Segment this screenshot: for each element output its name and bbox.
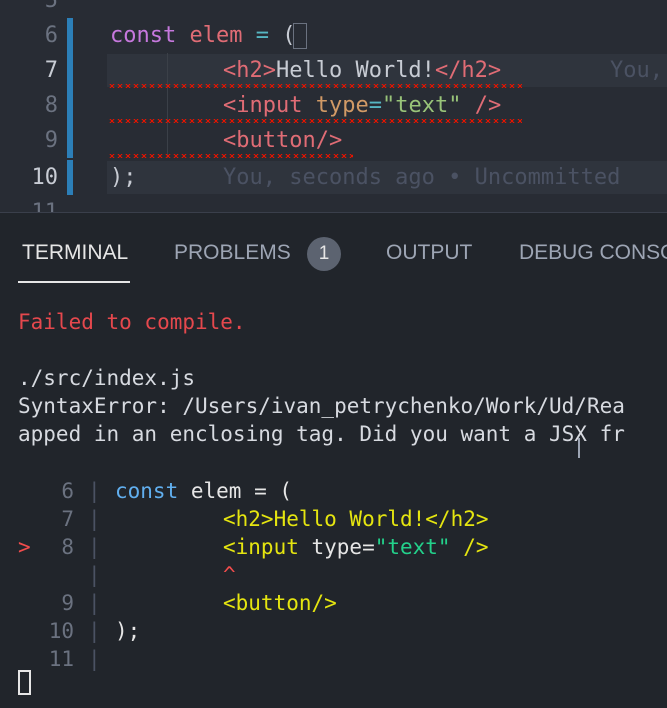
- attribute-token: type: [302, 93, 369, 118]
- keyword-token: const: [115, 479, 179, 503]
- line-number: 6: [44, 23, 58, 48]
- terminal-cursor: [18, 670, 31, 695]
- identifier-token: elem: [176, 23, 243, 48]
- editor-line[interactable]: 9 <button/>: [0, 123, 667, 158]
- code-text: );: [110, 160, 137, 195]
- git-blame-annotation: You,: [610, 58, 663, 83]
- editor-line[interactable]: 7 <h2>Hello World!</h2> You,: [0, 53, 667, 88]
- code-frame-code: <h2>Hello World!</h2>: [223, 507, 489, 531]
- code-text: <input type="text" />: [223, 88, 501, 123]
- code-editor[interactable]: 5 6 const elem = ( 7 <h2>Hello World!</h…: [0, 0, 667, 212]
- git-change-indicator[interactable]: [67, 18, 73, 53]
- tag-token: <button/>: [223, 128, 343, 153]
- editor-line[interactable]: 6 const elem = (: [0, 18, 667, 53]
- git-change-indicator[interactable]: [67, 160, 73, 195]
- code-frame-separator: |: [88, 507, 101, 531]
- code-frame-separator: |: [88, 479, 101, 503]
- code-text: <button/>: [223, 123, 342, 158]
- code-frame-code: );: [115, 619, 141, 643]
- tab-problems[interactable]: PROBLEMS: [174, 241, 291, 265]
- code-frame-line-number: 8: [61, 535, 74, 559]
- code-frame-code: <input type="text" />: [223, 533, 489, 561]
- line-number: 7: [44, 58, 58, 83]
- editor-line[interactable]: 8 <input type="text" />: [0, 88, 667, 123]
- error-message-line: SyntaxError: /Users/ivan_petrychenko/Wor…: [18, 394, 625, 418]
- line-number: 9: [44, 128, 58, 153]
- code-frame-line-number: 9: [61, 591, 74, 615]
- paren-token: );: [110, 165, 137, 190]
- error-caret: ^: [223, 563, 236, 587]
- line-number: 10: [31, 165, 59, 190]
- problems-count-badge: 1: [307, 237, 341, 271]
- code-frame-line-number: 10: [48, 619, 74, 643]
- paren-token: (: [268, 23, 296, 48]
- error-squiggle: [108, 84, 522, 88]
- error-line-marker: >: [18, 535, 31, 559]
- error-squiggle: [108, 154, 353, 158]
- tab-debug-console[interactable]: DEBUG CONSO: [519, 241, 667, 265]
- line-number: 5: [44, 0, 58, 13]
- code-text: const elem = (: [110, 18, 295, 53]
- editor-line: 11: [0, 195, 667, 212]
- code-frame-separator: |: [88, 591, 101, 615]
- code-text: <h2>Hello World!</h2>: [223, 53, 501, 88]
- tag-token: </h2>: [434, 58, 502, 83]
- panel-tab-bar: TERMINAL PROBLEMS 1 OUTPUT DEBUG CONSO: [0, 212, 667, 291]
- git-change-indicator[interactable]: [67, 88, 73, 123]
- code-frame-separator: |: [88, 647, 101, 671]
- code-frame-code: <button/>: [223, 591, 337, 615]
- line-number: 11: [0, 195, 59, 212]
- code-frame-line-number: 7: [61, 507, 74, 531]
- keyword-token: const: [110, 23, 177, 48]
- string-token: "text": [381, 93, 462, 118]
- tag-token: />: [461, 93, 502, 118]
- tag-token: <input: [223, 535, 299, 559]
- editor-line: 5: [0, 0, 667, 18]
- code-frame-separator: |: [88, 563, 101, 587]
- attribute-token: type=: [298, 535, 375, 559]
- error-squiggle: [108, 119, 522, 123]
- code-frame-separator: |: [88, 619, 101, 643]
- tag-token: <h2>: [223, 58, 276, 83]
- git-blame-annotation: You, seconds ago • Uncommitted: [223, 165, 621, 190]
- indent-guide: [167, 53, 168, 158]
- text-token: elem = (: [178, 479, 293, 503]
- git-change-indicator[interactable]: [67, 123, 73, 158]
- tag-token: />: [450, 535, 489, 559]
- mouse-ibeam-cursor: [578, 438, 580, 458]
- operator-token: =: [368, 93, 382, 118]
- bracket-match-highlight: [293, 23, 307, 49]
- active-tab-indicator: [18, 281, 130, 283]
- code-frame-code: const elem = (: [115, 477, 292, 505]
- editor-line[interactable]: 10 ); You, seconds ago • Uncommitted: [0, 160, 667, 195]
- text-token: Hello World!: [275, 58, 435, 83]
- git-change-indicator[interactable]: [67, 53, 73, 88]
- error-message-line: apped in an enclosing tag. Did you want …: [18, 422, 625, 446]
- code-frame-line-number: 6: [61, 479, 74, 503]
- tab-output[interactable]: OUTPUT: [386, 241, 472, 265]
- compile-error-title: Failed to compile.: [18, 310, 246, 334]
- code-frame-line-number: 11: [48, 647, 74, 671]
- tag-token: <input: [223, 93, 303, 118]
- code-frame-separator: |: [88, 535, 101, 559]
- line-number: 8: [44, 93, 58, 118]
- string-token: "text": [374, 535, 451, 559]
- error-file-path: ./src/index.js: [18, 366, 196, 390]
- operator-token: =: [242, 23, 269, 48]
- tab-terminal[interactable]: TERMINAL: [22, 241, 128, 265]
